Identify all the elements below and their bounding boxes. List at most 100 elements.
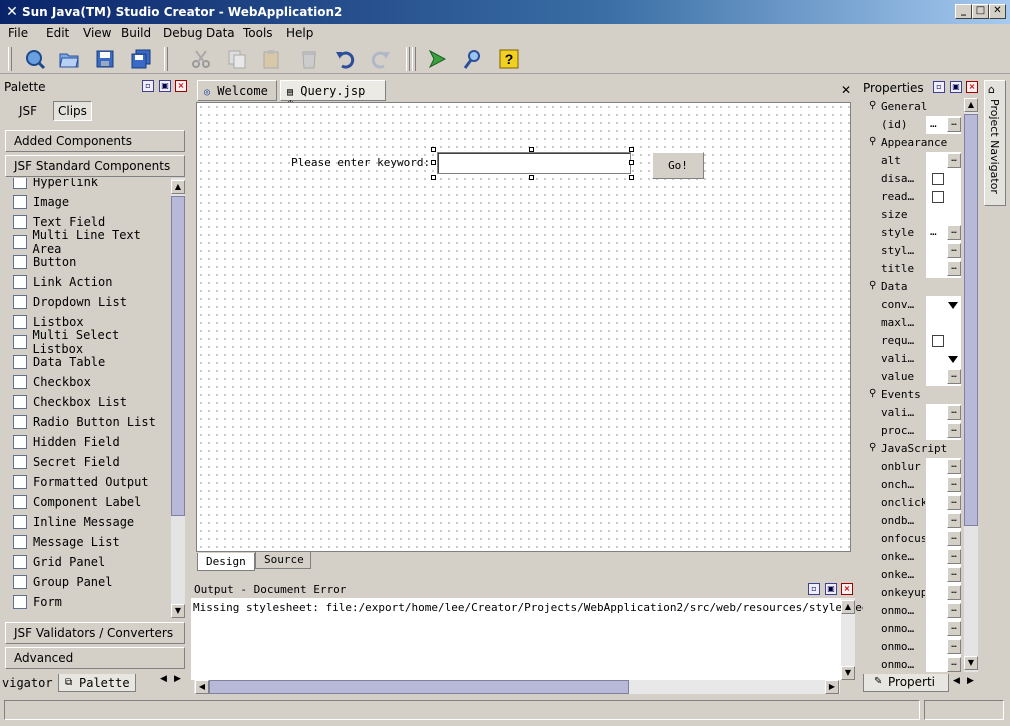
- palette-item[interactable]: Hidden Field: [13, 432, 120, 452]
- property-row[interactable]: onch……: [879, 476, 961, 494]
- palette-item[interactable]: Group Panel: [13, 572, 112, 592]
- property-value[interactable]: [925, 170, 961, 188]
- property-value[interactable]: ……: [925, 116, 961, 134]
- scroll-up-button[interactable]: ▲: [171, 180, 185, 194]
- property-row[interactable]: onkeyup…: [879, 584, 961, 602]
- property-category[interactable]: ⚲ Data: [865, 278, 961, 296]
- properties-minimize-icon[interactable]: ▫: [933, 81, 945, 93]
- palette-close-icon[interactable]: ×: [175, 80, 187, 92]
- selection-handle[interactable]: [431, 175, 436, 180]
- property-value[interactable]: …: [925, 242, 961, 260]
- tab-clips[interactable]: Clips: [53, 101, 92, 121]
- property-value[interactable]: …: [925, 512, 961, 530]
- property-row[interactable]: vali……: [879, 404, 961, 422]
- palette-item[interactable]: Checkbox List: [13, 392, 127, 412]
- property-editor-button[interactable]: …: [947, 567, 961, 582]
- property-value[interactable]: [925, 206, 961, 224]
- scroll-down-button[interactable]: ▼: [171, 604, 185, 618]
- palette-minimize-icon[interactable]: ▫: [142, 80, 154, 92]
- properties-scroll-down[interactable]: ▼: [964, 656, 978, 670]
- property-row[interactable]: read…: [879, 188, 961, 206]
- property-value[interactable]: [925, 296, 961, 314]
- property-row[interactable]: onke……: [879, 566, 961, 584]
- property-row[interactable]: conv…: [879, 296, 961, 314]
- palette-item[interactable]: Formatted Output: [13, 472, 149, 492]
- selection-handle[interactable]: [431, 147, 436, 152]
- property-row[interactable]: onmo……: [879, 620, 961, 638]
- property-value[interactable]: …: [925, 476, 961, 494]
- property-editor-button[interactable]: …: [947, 495, 961, 510]
- open-folder-icon[interactable]: [56, 46, 82, 72]
- toolbar-grip[interactable]: [8, 47, 12, 71]
- palette-item[interactable]: Multi Line Text Area: [13, 228, 171, 256]
- property-value[interactable]: …: [925, 548, 961, 566]
- menu-file[interactable]: File: [8, 26, 28, 40]
- output-scroll-right[interactable]: ▶: [825, 680, 839, 694]
- output-close-icon[interactable]: ×: [841, 583, 853, 595]
- property-row[interactable]: maxl…: [879, 314, 961, 332]
- property-editor-button[interactable]: …: [947, 153, 961, 168]
- property-row[interactable]: requ…: [879, 332, 961, 350]
- menu-edit[interactable]: Edit: [46, 26, 69, 40]
- property-row[interactable]: onclick…: [879, 494, 961, 512]
- property-editor-button[interactable]: …: [947, 603, 961, 618]
- palette-item[interactable]: Inline Message: [13, 512, 134, 532]
- palette-item[interactable]: Link Action: [13, 272, 112, 292]
- selection-handle[interactable]: [529, 175, 534, 180]
- property-editor-button[interactable]: …: [947, 243, 961, 258]
- delete-icon[interactable]: [296, 46, 322, 72]
- property-value[interactable]: ……: [925, 224, 961, 242]
- property-row[interactable]: alt…: [879, 152, 961, 170]
- tab-design[interactable]: Design: [197, 553, 255, 571]
- output-scroll-left[interactable]: ◀: [195, 680, 209, 694]
- properties-close-icon[interactable]: ×: [966, 81, 978, 93]
- chevron-down-icon[interactable]: [948, 302, 958, 309]
- property-editor-button[interactable]: …: [947, 117, 961, 132]
- tab-navigator[interactable]: vigator: [2, 676, 53, 690]
- editor-close-icon[interactable]: ✕: [841, 84, 853, 96]
- property-editor-button[interactable]: …: [947, 639, 961, 654]
- section-advanced[interactable]: Advanced: [5, 647, 185, 669]
- property-editor-button[interactable]: …: [947, 459, 961, 474]
- palette-item[interactable]: Hyperlink: [13, 178, 98, 192]
- property-value[interactable]: …: [925, 152, 961, 170]
- tab-query-jsp[interactable]: ▤ Query.jsp *: [280, 80, 386, 112]
- go-button[interactable]: Go!: [652, 152, 704, 179]
- property-row[interactable]: disa…: [879, 170, 961, 188]
- palette-item[interactable]: Multi Select Listbox: [13, 328, 171, 356]
- property-category[interactable]: ⚲ General: [865, 98, 961, 116]
- property-row[interactable]: onke……: [879, 548, 961, 566]
- property-checkbox[interactable]: [932, 191, 944, 203]
- keyword-input[interactable]: [437, 152, 631, 174]
- property-row[interactable]: ondb……: [879, 512, 961, 530]
- property-row[interactable]: (id)……: [879, 116, 961, 134]
- menu-debug[interactable]: Debug: [163, 26, 202, 40]
- palette-item[interactable]: Image: [13, 192, 69, 212]
- property-row[interactable]: onmo……: [879, 638, 961, 656]
- tab-jsf[interactable]: JSF: [19, 104, 37, 118]
- property-value[interactable]: …: [925, 368, 961, 386]
- property-row[interactable]: onblur…: [879, 458, 961, 476]
- run-icon[interactable]: [424, 46, 450, 72]
- toolbar-grip-2[interactable]: [412, 47, 416, 71]
- properties-maximize-icon[interactable]: ▣: [950, 81, 962, 93]
- section-jsf-validators[interactable]: JSF Validators / Converters: [5, 622, 185, 644]
- property-editor-button[interactable]: …: [947, 657, 961, 672]
- property-value[interactable]: [925, 314, 961, 332]
- property-editor-button[interactable]: …: [947, 621, 961, 636]
- menu-view[interactable]: View: [83, 26, 111, 40]
- output-maximize-icon[interactable]: ▣: [825, 583, 837, 595]
- palette-item[interactable]: Data Table: [13, 352, 105, 372]
- palette-item[interactable]: Checkbox: [13, 372, 91, 392]
- palette-item[interactable]: Form: [13, 592, 62, 612]
- palette-item[interactable]: Grid Panel: [13, 552, 105, 572]
- palette-item[interactable]: Button: [13, 252, 76, 272]
- debug-icon[interactable]: [460, 46, 486, 72]
- output-hscroll-thumb[interactable]: [209, 680, 629, 694]
- property-row[interactable]: styl……: [879, 242, 961, 260]
- property-editor-button[interactable]: …: [947, 477, 961, 492]
- property-editor-button[interactable]: …: [947, 513, 961, 528]
- props-tab-scroll-right[interactable]: ▶: [967, 676, 974, 686]
- cut-icon[interactable]: [188, 46, 214, 72]
- tab-source[interactable]: Source: [255, 552, 311, 569]
